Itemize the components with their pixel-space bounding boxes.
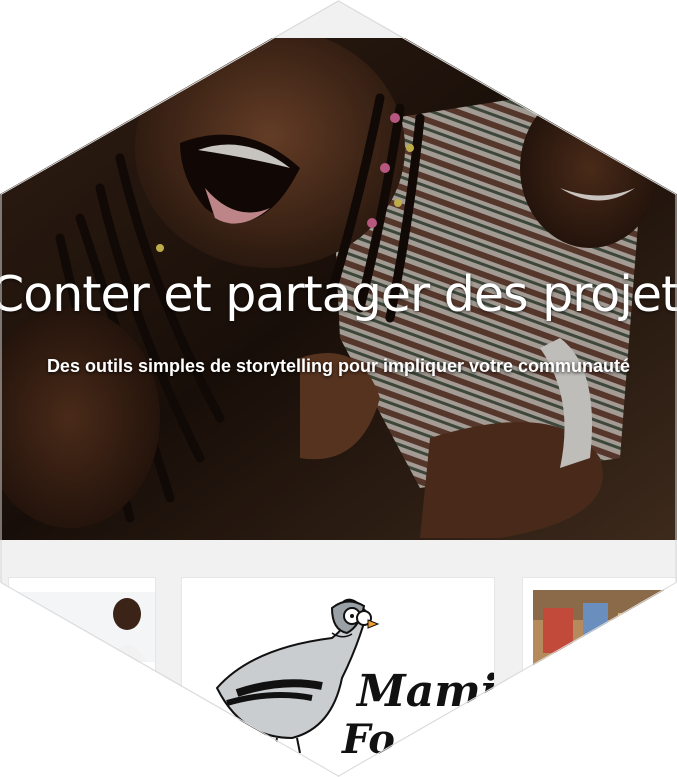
child-photo-thumbnail (9, 592, 155, 662)
classroom-photo-thumbnail (533, 590, 676, 670)
hero-title: Conter et partager des projets (0, 266, 677, 323)
brand-text-line1: Mami (357, 666, 495, 717)
hero-subtitle: Des outils simples de storytelling pour … (46, 356, 631, 376)
project-card-left[interactable] (8, 577, 156, 777)
hexagon-frame: Conter et partager des projets Des outil… (0, 0, 677, 777)
hero-banner: Conter et partager des projets Des outil… (0, 38, 677, 540)
brand-text-line2: Fo (342, 716, 395, 763)
project-card-center[interactable]: Mami Fo (181, 577, 495, 777)
project-card-right[interactable] (522, 577, 677, 777)
